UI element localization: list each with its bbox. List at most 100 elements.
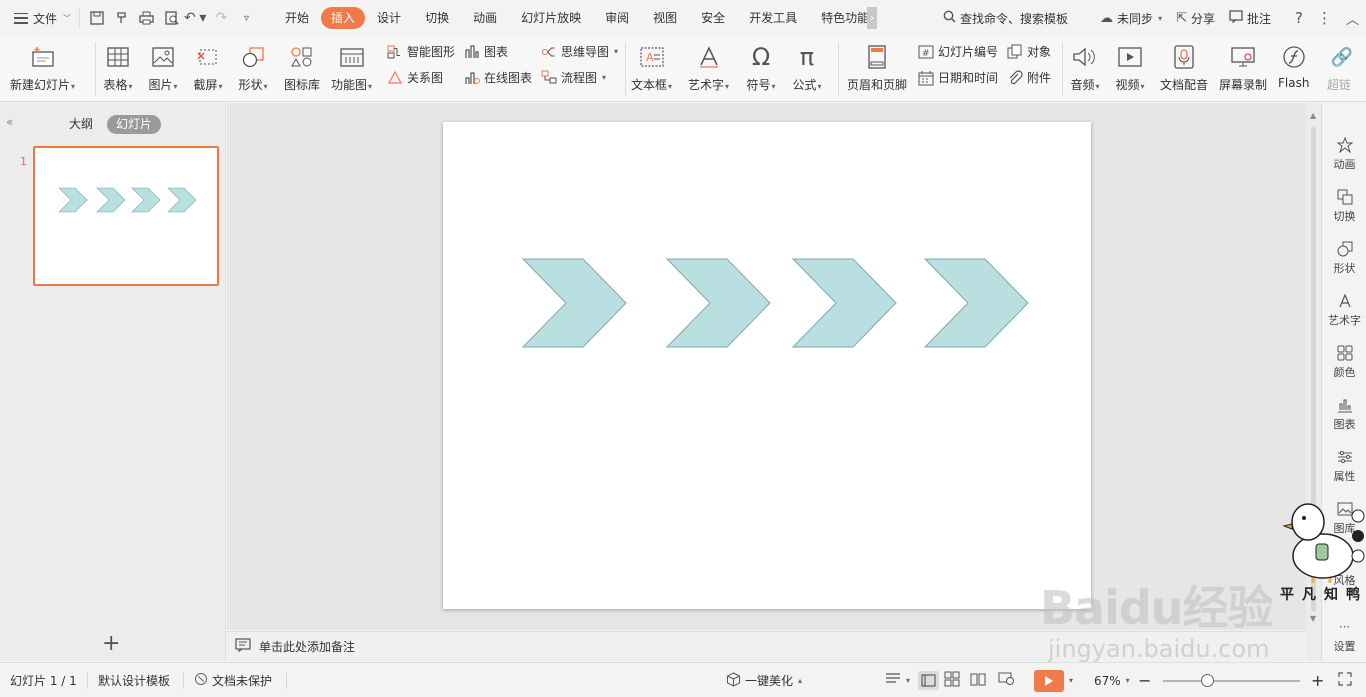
screenshot-button[interactable]: 截屏▾ xyxy=(193,42,223,93)
video-button[interactable]: 视频▾ xyxy=(1115,42,1145,93)
tab-animation[interactable]: 动画 xyxy=(461,7,509,29)
slide-sorter-button[interactable] xyxy=(944,663,960,697)
animation-icon xyxy=(1336,136,1354,154)
slide-canvas[interactable] xyxy=(443,122,1091,609)
scroll-up-icon[interactable]: ▲ xyxy=(1310,111,1316,120)
new-slide-button[interactable]: 新建幻灯片▾ xyxy=(10,42,75,93)
tab-insert[interactable]: 插入 xyxy=(321,7,366,29)
tab-transition[interactable]: 切换 xyxy=(413,7,461,29)
picture-button[interactable]: 图片▾ xyxy=(148,42,178,93)
notes-icon xyxy=(235,638,251,655)
svg-text:#: # xyxy=(922,49,930,59)
presenter-view-button[interactable] xyxy=(998,663,1015,697)
normal-view-button[interactable] xyxy=(916,663,940,697)
print-icon[interactable] xyxy=(134,8,159,28)
wordart-button[interactable]: 艺术字▾ xyxy=(688,42,729,93)
task-pane-color[interactable]: 颜色 xyxy=(1322,344,1366,380)
chevron-shape-4[interactable] xyxy=(923,258,1029,348)
formula-button[interactable]: π 公式▾ xyxy=(792,42,822,93)
tab-home[interactable]: 开始 xyxy=(273,7,321,29)
doc-voice-button[interactable]: 文档配音 xyxy=(1160,42,1208,93)
tab-view[interactable]: 视图 xyxy=(641,7,689,29)
file-menu[interactable]: 文件 ﹀ xyxy=(0,0,79,36)
tab-review[interactable]: 审阅 xyxy=(593,7,641,29)
shape-button[interactable]: 形状▾ xyxy=(238,42,268,93)
play-slideshow-button[interactable]: ▾ xyxy=(1034,663,1073,697)
task-pane-settings[interactable]: ··· 设置 xyxy=(1322,618,1366,654)
customize-toolbar-icon[interactable]: ▿ xyxy=(234,8,259,28)
flash-icon xyxy=(1279,42,1309,72)
add-slide-icon[interactable]: + xyxy=(102,631,120,656)
task-pane-transition[interactable]: 切换 xyxy=(1322,188,1366,224)
tab-slideshow[interactable]: 幻灯片放映 xyxy=(509,7,593,29)
chevron-shape-1[interactable] xyxy=(521,258,627,348)
attachment-button[interactable]: 附件 xyxy=(1007,69,1051,86)
document-protection[interactable]: 文档未保护 xyxy=(194,663,272,697)
symbol-button[interactable]: Ω 符号▾ xyxy=(746,42,776,93)
chart-button[interactable]: 图表 xyxy=(464,43,508,60)
flash-label: Flash xyxy=(1278,76,1310,90)
tab-slides[interactable]: 幻灯片 xyxy=(107,115,162,134)
icon-library-button[interactable]: 图标库 xyxy=(284,42,320,93)
task-pane-wordart[interactable]: 艺术字 xyxy=(1322,292,1366,328)
zoom-slider-track[interactable] xyxy=(1163,680,1300,682)
slide-thumbnail[interactable] xyxy=(33,146,219,286)
more-options-button[interactable]: ⋮ xyxy=(1310,9,1339,27)
screen-record-button[interactable]: 屏幕录制 xyxy=(1219,42,1267,93)
task-pane-animation[interactable]: 动画 xyxy=(1322,136,1366,172)
object-button[interactable]: 对象 xyxy=(1007,43,1051,60)
chevron-shape-3[interactable] xyxy=(791,258,897,348)
collapse-panel-icon[interactable]: « xyxy=(6,115,13,129)
help-button[interactable]: ? xyxy=(1288,9,1310,27)
zoom-out-button[interactable]: − xyxy=(1138,663,1151,697)
chevron-down-icon[interactable]: ▾ xyxy=(1069,676,1073,685)
task-pane-properties[interactable]: 属性 xyxy=(1322,448,1366,484)
header-footer-button[interactable]: 页眉和页脚 xyxy=(847,42,907,93)
fit-window-button[interactable] xyxy=(1338,663,1352,697)
tabs-scroll-right-icon[interactable]: › xyxy=(867,7,878,29)
redo-icon[interactable]: ↷ xyxy=(209,8,234,28)
slide-number-button[interactable]: # 幻灯片编号 xyxy=(918,43,998,60)
collapse-ribbon-button[interactable]: ︿ xyxy=(1339,9,1366,28)
task-pane-animation-label: 动画 xyxy=(1333,158,1356,171)
datetime-button[interactable]: 日期和时间 xyxy=(918,69,998,86)
undo-icon[interactable]: ↶ ▾ xyxy=(184,8,209,28)
design-template[interactable]: 默认设计模板 xyxy=(98,663,170,697)
status-separator xyxy=(87,673,88,689)
format-painter-icon[interactable] xyxy=(109,8,134,28)
relation-chart-button[interactable]: 关系图 xyxy=(387,69,443,86)
command-search[interactable]: 查找命令、搜索模板 xyxy=(936,10,1075,27)
print-preview-icon[interactable] xyxy=(159,8,184,28)
sync-status[interactable]: ☁ 未同步 ▾ xyxy=(1093,10,1169,27)
smart-art-button[interactable]: 智能图形 xyxy=(387,43,455,60)
table-button[interactable]: 表格▾ xyxy=(103,42,133,93)
share-button[interactable]: ⇱ 分享 xyxy=(1169,10,1222,27)
mindmap-button[interactable]: 思维导图 ▾ xyxy=(541,43,618,60)
align-icon xyxy=(885,672,901,689)
flash-button[interactable]: Flash xyxy=(1278,42,1309,90)
function-chart-button[interactable]: 功能图▾ xyxy=(331,42,372,93)
textbox-button[interactable]: A 文本框▾ xyxy=(631,42,672,93)
comment-button[interactable]: 批注 xyxy=(1222,9,1278,27)
tab-security[interactable]: 安全 xyxy=(689,7,737,29)
chevron-shape-2[interactable] xyxy=(665,258,771,348)
zoom-in-button[interactable]: + xyxy=(1311,663,1324,697)
save-icon[interactable] xyxy=(84,8,109,28)
notes-toggle[interactable]: ▾ xyxy=(885,663,910,697)
flowchart-button[interactable]: 流程图 ▾ xyxy=(541,69,606,86)
scroll-down-icon[interactable]: ▼ xyxy=(1310,614,1316,623)
hyperlink-button[interactable]: 🔗 超链 xyxy=(1327,42,1366,93)
reading-view-button[interactable] xyxy=(970,663,986,697)
tab-outline[interactable]: 大纲 xyxy=(69,115,93,134)
task-pane-chart[interactable]: 图表 xyxy=(1322,396,1366,432)
audio-button[interactable]: 音频▾ xyxy=(1070,42,1100,93)
online-chart-button[interactable]: 在线图表 xyxy=(464,69,532,86)
zoom-slider-handle[interactable] xyxy=(1201,674,1214,687)
tab-special[interactable]: 特色功能 xyxy=(809,7,867,29)
mindmap-label: 思维导图 xyxy=(561,45,610,59)
task-pane-shape[interactable]: 形状 xyxy=(1322,240,1366,276)
tab-design[interactable]: 设计 xyxy=(365,7,413,29)
tab-developer[interactable]: 开发工具 xyxy=(737,7,809,29)
zoom-level[interactable]: 67% ▾ xyxy=(1094,663,1130,697)
one-click-beautify[interactable]: 一键美化 ▴ xyxy=(726,663,802,697)
